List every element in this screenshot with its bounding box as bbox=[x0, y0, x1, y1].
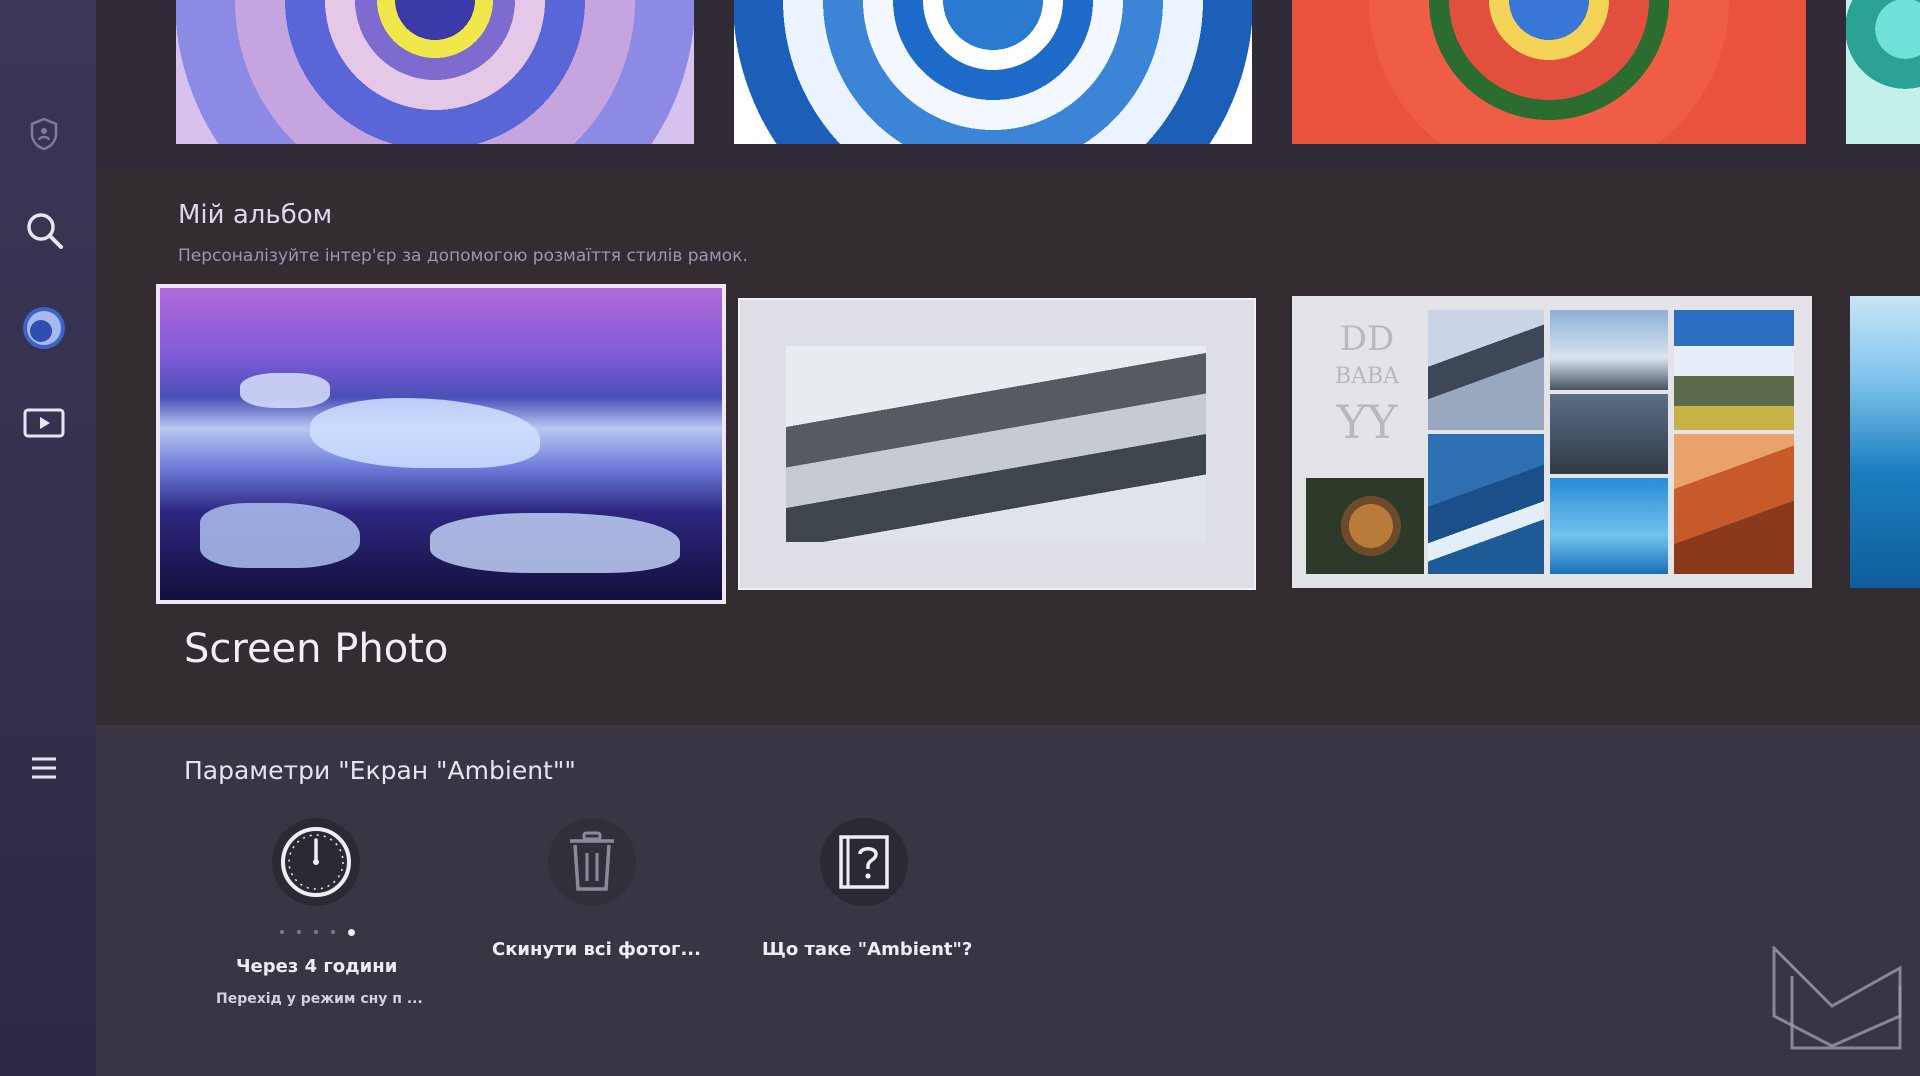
selected-card-label: Screen Photo bbox=[184, 626, 449, 672]
collage-photo bbox=[1674, 434, 1794, 574]
sleep-timer-button[interactable] bbox=[272, 818, 360, 906]
watermark-logo-icon bbox=[1772, 946, 1902, 1050]
reset-photos-label: Скинути всі фотог... bbox=[492, 939, 701, 960]
album-card-framed-photo[interactable] bbox=[738, 298, 1256, 590]
search-icon[interactable] bbox=[18, 204, 70, 256]
collage-photo bbox=[1428, 310, 1544, 430]
framed-photo bbox=[786, 346, 1206, 542]
ice-shape bbox=[200, 503, 360, 568]
pattern-thumbnail[interactable] bbox=[734, 0, 1252, 144]
step-dot bbox=[297, 930, 301, 934]
collage-photo bbox=[1674, 310, 1794, 430]
ice-shape bbox=[240, 373, 330, 408]
pattern-thumbnail[interactable] bbox=[1846, 0, 1920, 144]
pattern-thumbnail[interactable] bbox=[1292, 0, 1806, 144]
shield-icon[interactable] bbox=[18, 108, 70, 160]
ice-shape bbox=[430, 513, 680, 573]
help-icon bbox=[839, 835, 889, 889]
collage-photo bbox=[1550, 310, 1668, 390]
collage-photo bbox=[1550, 478, 1668, 574]
timer-step-indicator bbox=[280, 929, 355, 936]
what-is-ambient-button[interactable] bbox=[820, 818, 908, 906]
trash-icon bbox=[570, 831, 614, 891]
step-dot bbox=[280, 930, 284, 934]
collage-lettering: DD BABA YY bbox=[1334, 319, 1400, 449]
settings-title: Параметри "Екран "Ambient"" bbox=[184, 756, 576, 785]
sidebar bbox=[0, 0, 96, 1076]
ice-shape bbox=[310, 398, 540, 468]
ambient-avatar-icon[interactable] bbox=[18, 302, 70, 354]
pattern-thumbnail[interactable] bbox=[176, 0, 694, 144]
collage-photo bbox=[1550, 394, 1668, 474]
step-dot bbox=[331, 930, 335, 934]
sleep-timer-description: Перехід у режим сну п ... bbox=[216, 991, 423, 1007]
menu-icon[interactable] bbox=[18, 742, 70, 794]
reset-photos-button[interactable] bbox=[548, 818, 636, 906]
album-card-partial[interactable] bbox=[1850, 296, 1920, 588]
step-dot-active bbox=[348, 929, 355, 936]
clock-icon bbox=[281, 827, 351, 897]
step-dot bbox=[314, 930, 318, 934]
album-title: Мій альбом bbox=[178, 200, 333, 230]
sleep-timer-label: Через 4 години bbox=[236, 956, 398, 977]
what-is-ambient-label: Що таке "Ambient"? bbox=[762, 939, 973, 960]
album-subtitle: Персоналізуйте інтер'єр за допомогою роз… bbox=[178, 246, 748, 266]
collage-photo bbox=[1428, 434, 1544, 574]
collage-photo bbox=[1306, 478, 1424, 574]
media-play-icon[interactable] bbox=[18, 398, 70, 450]
album-card-screen-photo[interactable] bbox=[156, 284, 726, 604]
